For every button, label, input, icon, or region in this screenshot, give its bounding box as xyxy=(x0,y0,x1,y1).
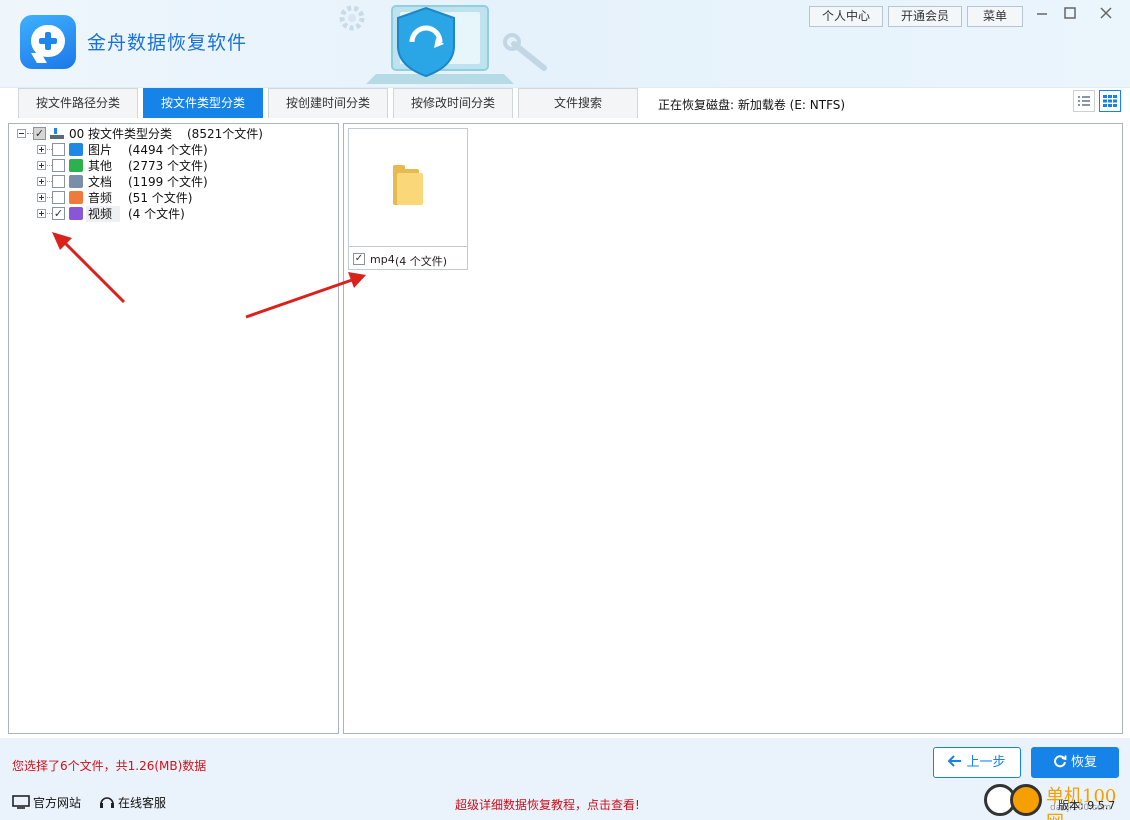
headset-icon xyxy=(100,797,114,808)
expand-icon[interactable] xyxy=(37,193,46,202)
membership-button[interactable]: 开通会员 xyxy=(888,6,962,27)
tree-item-count: (51 个文件) xyxy=(128,191,193,205)
tab-by-modified-time[interactable]: 按修改时间分类 xyxy=(393,88,513,118)
thumbnail-name: mp4 xyxy=(370,253,395,266)
online-service-link[interactable]: 在线客服 xyxy=(99,795,166,811)
previous-step-label: 上一步 xyxy=(966,755,1006,770)
tree-item-label: 图片 xyxy=(88,143,113,157)
tree-item-checkbox[interactable]: ✓ xyxy=(52,207,65,220)
online-service-label: 在线客服 xyxy=(118,796,167,810)
tab-by-type[interactable]: 按文件类型分类 xyxy=(143,88,263,118)
expand-icon[interactable] xyxy=(37,161,46,170)
tree-root-label: 按文件类型分类 xyxy=(88,127,173,141)
official-site-link[interactable]: 官方网站 xyxy=(12,795,81,811)
expand-icon[interactable] xyxy=(37,209,46,218)
thumbnail-count: (4 个文件) xyxy=(395,255,448,268)
tab-by-path[interactable]: 按文件路径分类 xyxy=(18,88,138,118)
document-icon xyxy=(69,175,83,188)
tree-item-label: 文档 xyxy=(88,175,113,189)
minimize-icon[interactable] xyxy=(1029,4,1055,26)
tree-item-audio[interactable]: 音频 (51 个文件) xyxy=(9,190,329,206)
folder-icon xyxy=(397,173,423,205)
tree-item-count: (2773 个文件) xyxy=(128,159,208,173)
selection-summary: 您选择了6个文件，共1.26(MB)数据 xyxy=(12,759,207,773)
tree-item-other[interactable]: 其他 (2773 个文件) xyxy=(9,158,329,174)
version-label: 版本: 9.5.7 xyxy=(1058,799,1116,812)
tree-root-checkbox[interactable]: ✓ xyxy=(33,127,46,140)
tree-item-checkbox[interactable] xyxy=(52,175,65,188)
tree-root[interactable]: ✓ 00 按文件类型分类 (8521个文件) xyxy=(9,126,329,142)
personal-center-button[interactable]: 个人中心 xyxy=(809,6,883,27)
close-icon[interactable] xyxy=(1093,4,1119,26)
tree-item-label: 其他 xyxy=(88,159,113,173)
tree-item-checkbox[interactable] xyxy=(52,159,65,172)
tree-item-checkbox[interactable] xyxy=(52,191,65,204)
expand-icon[interactable] xyxy=(37,145,46,154)
tree-root-count: (8521个文件) xyxy=(187,127,263,141)
hero-illustration-icon xyxy=(339,5,547,84)
folder-green-icon xyxy=(69,159,83,172)
tree-item-count: (4494 个文件) xyxy=(128,143,208,157)
previous-step-button[interactable]: 上一步 xyxy=(933,747,1021,778)
maximize-icon[interactable] xyxy=(1057,4,1083,26)
tree-item-images[interactable]: 图片 (4494 个文件) xyxy=(9,142,329,158)
back-arrow-icon xyxy=(948,755,962,767)
app-header: 金舟数据恢复软件 个人中心 开通会员 菜单 xyxy=(0,0,1130,88)
list-view-icon[interactable] xyxy=(1073,90,1095,112)
thumbnail-checkbox[interactable]: ✓ xyxy=(353,253,365,265)
tree-item-checkbox[interactable] xyxy=(52,143,65,156)
tab-by-created-time[interactable]: 按创建时间分类 xyxy=(268,88,388,118)
monitor-icon xyxy=(12,795,30,809)
tab-file-search[interactable]: 文件搜索 xyxy=(518,88,638,118)
tree-item-video[interactable]: ✓ 视频 (4 个文件) xyxy=(9,206,329,222)
file-thumbnail-panel[interactable]: ✓ mp4 (4 个文件) xyxy=(343,123,1123,734)
recover-button[interactable]: 恢复 xyxy=(1031,747,1119,778)
thumbnail-card[interactable]: ✓ mp4 (4 个文件) xyxy=(348,128,468,270)
watermark-logo-icon xyxy=(1010,784,1042,816)
expand-icon[interactable] xyxy=(37,177,46,186)
drive-icon xyxy=(50,128,64,139)
recovery-disk-status: 正在恢复磁盘: 新加载卷 (E: NTFS) xyxy=(658,98,846,112)
image-icon xyxy=(69,143,83,156)
official-site-label: 官方网站 xyxy=(33,796,82,810)
tree-item-label: 视频 xyxy=(86,206,121,222)
tutorial-promo-link[interactable]: 超级详细数据恢复教程，点击查看! xyxy=(455,796,640,813)
tree-item-count: (1199 个文件) xyxy=(128,175,208,189)
refresh-icon xyxy=(1054,755,1067,768)
grid-view-icon[interactable] xyxy=(1099,90,1121,112)
menu-button[interactable]: 菜单 xyxy=(967,6,1023,27)
app-logo-icon xyxy=(20,15,76,69)
tree-item-count: (4 个文件) xyxy=(128,207,185,221)
file-type-tree-panel[interactable]: ✓ 00 按文件类型分类 (8521个文件) 图片 (4494 个文件) 其他 … xyxy=(8,123,339,734)
video-icon xyxy=(69,207,83,220)
tab-bar: 按文件路径分类 按文件类型分类 按创建时间分类 按修改时间分类 文件搜索 正在恢… xyxy=(0,88,1130,118)
collapse-icon[interactable] xyxy=(17,129,26,138)
app-title: 金舟数据恢复软件 xyxy=(87,32,248,54)
recover-label: 恢复 xyxy=(1070,755,1097,770)
audio-icon xyxy=(69,191,83,204)
thumbnail-preview[interactable] xyxy=(349,129,467,247)
tree-root-prefix: 00 xyxy=(69,127,85,141)
tree-item-documents[interactable]: 文档 (1199 个文件) xyxy=(9,174,329,190)
tree-item-label: 音频 xyxy=(88,191,113,205)
